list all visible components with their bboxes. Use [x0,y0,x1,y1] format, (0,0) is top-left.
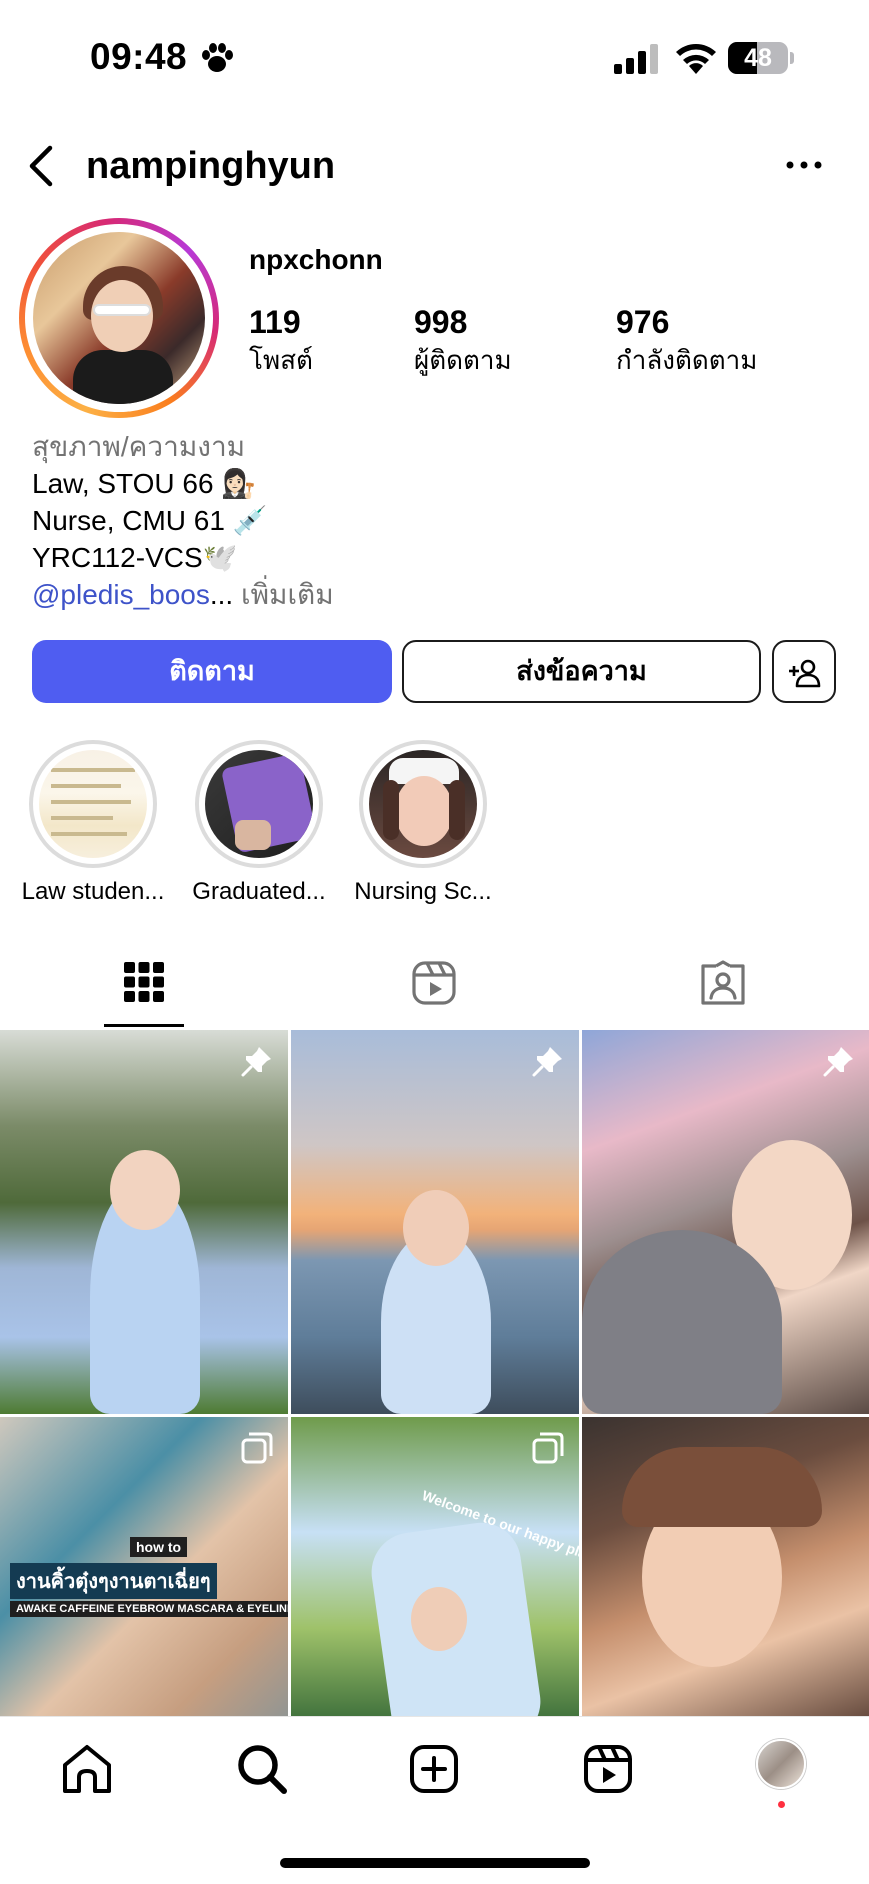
stat-following-label: กำลังติดตาม [616,345,758,375]
active-tab-indicator [104,1024,184,1027]
carousel-icon [241,1432,273,1464]
tab-tagged[interactable] [578,950,867,1030]
suggested-users-button[interactable] [772,640,836,703]
stat-followers-count: 998 [414,304,468,340]
bio-mention-link[interactable]: @pledis_boos [32,579,210,610]
stat-followers-label: ผู้ติดตาม [414,345,512,375]
bio-line: YRC112-VCS🕊️ [32,542,238,573]
profile-header: namping­hyun [0,130,869,202]
profile-avatar[interactable] [756,1739,806,1789]
notification-dot [778,1801,785,1808]
highlight-label: Graduated... [192,878,326,905]
bio-line: Law, STOU 66 👩🏻‍⚖️ [32,468,257,499]
battery-indicator: 48 [728,42,794,74]
cellular-signal-icon [614,44,658,74]
highlight-cover [205,750,313,858]
post-caption-text: งานคิ้วตุ๋งๆงานตาเฉี่ยๆ [10,1563,217,1599]
highlight-cover [369,750,477,858]
post-thumbnail[interactable] [582,1030,869,1414]
tab-reels[interactable] [289,950,578,1030]
search-icon[interactable] [232,1739,292,1799]
back-arrow-icon[interactable] [22,142,62,190]
display-name: npxchonn [249,244,383,275]
posts-grid: how to งานคิ้วตุ๋งๆงานตาเฉี่ยๆ AWAKE CAF… [0,1030,869,1801]
reels-icon [412,961,456,1005]
status-time: 09:48 [90,36,188,77]
highlight-label: Nursing Sc... [354,878,492,905]
header-username: namping­hyun [86,145,336,187]
stat-posts-count: 119 [249,304,301,340]
stat-following-count: 976 [616,304,670,340]
bio-ellipsis: ... [209,579,234,610]
profile-avatar-story-ring[interactable] [19,218,219,418]
highlight-cover [39,750,147,858]
message-button[interactable]: ส่งข้อความ [402,640,761,703]
tab-posts-grid[interactable] [0,950,289,1030]
battery-percent: 48 [744,44,772,72]
home-indicator [280,1858,590,1868]
more-options-icon[interactable] [784,150,824,180]
profile-avatar [33,232,205,404]
stat-following[interactable]: 976 กำลังติดตาม [616,302,757,378]
stat-posts[interactable]: 119 โพสต์ [249,302,313,378]
paw-icon [202,43,233,72]
stat-posts-label: โพสต์ [249,345,313,375]
bio-line: Nurse, CMU 61 💉 [32,505,268,536]
follow-button[interactable]: ติดตาม [32,640,392,703]
create-icon[interactable] [404,1739,464,1799]
bio-more-link[interactable]: เพิ่มเติม [241,579,334,610]
post-thumbnail[interactable] [0,1030,288,1414]
post-thumbnail[interactable] [291,1030,579,1414]
post-caption-text: how to [130,1537,188,1557]
grid-icon [124,962,164,1002]
profile-bio: สุขภาพ/ความงาม Law, STOU 66 👩🏻‍⚖️ Nurse,… [32,428,832,613]
bio-category: สุขภาพ/ความงาม [32,431,246,462]
reels-icon[interactable] [578,1739,638,1799]
profile-tabs [0,950,869,1030]
pin-icon [241,1047,271,1077]
stat-followers[interactable]: 998 ผู้ติดตาม [414,302,512,378]
highlight-label: Law studen... [21,878,165,905]
pin-icon [532,1047,562,1077]
status-bar: 09:48 48 [0,0,869,118]
home-icon[interactable] [57,1739,117,1799]
wifi-icon [676,44,716,74]
pin-icon [823,1047,853,1077]
tagged-icon [701,960,745,1005]
carousel-icon [532,1432,564,1464]
post-caption-text: AWAKE CAFFEINE EYEBROW MASCARA & EYELINE… [10,1601,288,1617]
add-person-icon [789,659,821,688]
